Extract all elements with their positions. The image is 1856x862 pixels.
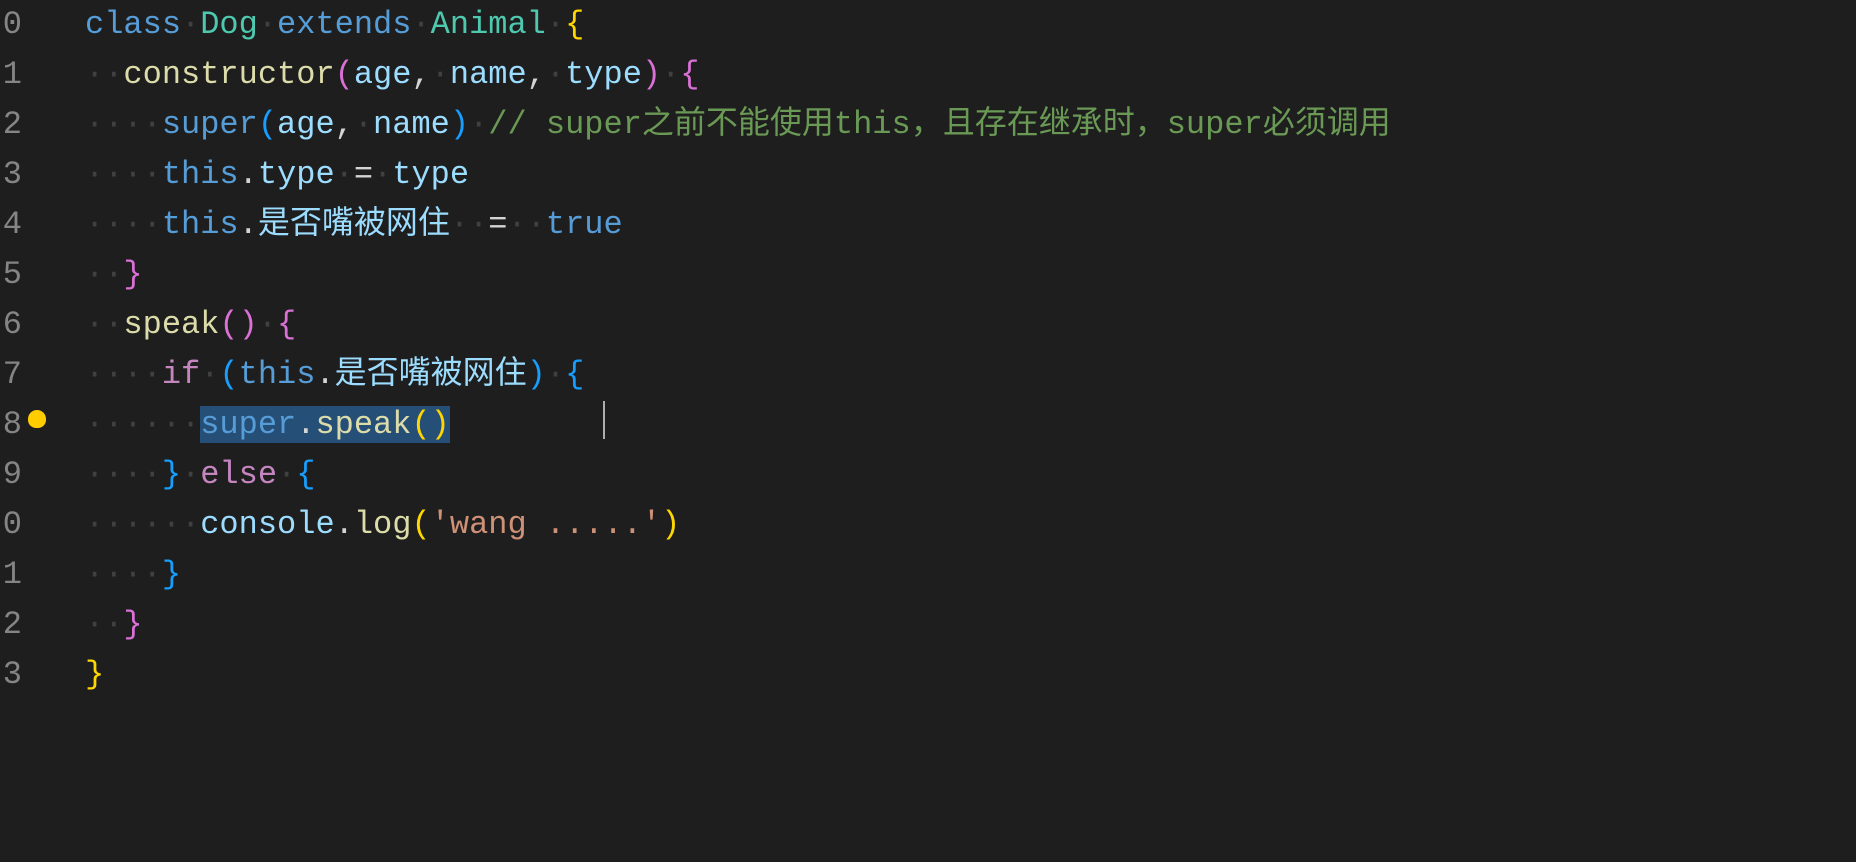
code-line[interactable]: ····super(age,·name)·// super之前不能使用this，…	[85, 100, 1391, 150]
keyword-extends: extends	[277, 6, 411, 43]
line-number: 2	[0, 100, 22, 150]
brace-open: {	[565, 6, 584, 43]
brace-close: }	[162, 456, 181, 493]
argument: age	[277, 106, 335, 143]
text-cursor	[603, 401, 605, 439]
code-line[interactable]: ····this.是否嘴被网住··=··true	[85, 200, 1391, 250]
code-line[interactable]: ····this.type·=·type	[85, 150, 1391, 200]
code-line[interactable]: class·Dog·extends·Animal·{	[85, 0, 1391, 50]
method-log: log	[354, 506, 412, 543]
line-number: 0	[0, 500, 22, 550]
line-number: 0	[0, 0, 22, 50]
brace-open: {	[277, 306, 296, 343]
class-name: Animal	[431, 6, 546, 43]
code-editor[interactable]: 0 1 2 3 4 5 6 7 8 9 0 1 2 3 class·Dog·ex…	[0, 0, 1856, 700]
line-number: 1	[0, 50, 22, 100]
brace-open: {	[680, 56, 699, 93]
line-number: 5	[0, 250, 22, 300]
code-line[interactable]: ······console.log('wang .....')	[85, 500, 1391, 550]
line-number: 1	[0, 550, 22, 600]
keyword-super: super	[200, 406, 296, 443]
selection: super.speak()	[200, 406, 450, 443]
keyword-this: this	[239, 356, 316, 393]
object-console: console	[200, 506, 334, 543]
code-line[interactable]: ··}	[85, 600, 1391, 650]
brace-close: }	[85, 656, 104, 693]
keyword-else: else	[200, 456, 277, 493]
keyword-if: if	[162, 356, 200, 393]
parameter: name	[450, 56, 527, 93]
line-number: 8	[0, 400, 22, 450]
property: 是否嘴被网住	[258, 206, 450, 243]
code-line[interactable]: ····}	[85, 550, 1391, 600]
function-name: speak	[123, 306, 219, 343]
line-number: 6	[0, 300, 22, 350]
brace-close: }	[162, 556, 181, 593]
argument: name	[373, 106, 450, 143]
brace-close: }	[123, 606, 142, 643]
brace-open: {	[565, 356, 584, 393]
code-line[interactable]: ··speak()·{	[85, 300, 1391, 350]
comment: // super之前不能使用this，且存在继承时，super必须调用	[488, 106, 1390, 143]
operator-assign: =	[488, 206, 507, 243]
property: 是否嘴被网住	[335, 356, 527, 393]
line-number: 3	[0, 150, 22, 200]
code-line[interactable]: ··constructor(age,·name,·type)·{	[85, 50, 1391, 100]
code-line[interactable]: ····}·else·{	[85, 450, 1391, 500]
code-line[interactable]: }	[85, 650, 1391, 700]
lightbulb-icon[interactable]	[28, 410, 46, 428]
keyword-this: this	[162, 156, 239, 193]
identifier: type	[392, 156, 469, 193]
code-line[interactable]: ··}	[85, 250, 1391, 300]
keyword-true: true	[546, 206, 623, 243]
class-name: Dog	[200, 6, 258, 43]
line-number: 2	[0, 600, 22, 650]
line-number: 7	[0, 350, 22, 400]
line-number-gutter: 0 1 2 3 4 5 6 7 8 9 0 1 2 3	[0, 0, 30, 700]
line-number: 4	[0, 200, 22, 250]
property: type	[258, 156, 335, 193]
brace-open: {	[296, 456, 315, 493]
method-call: speak	[315, 406, 411, 443]
parameter: age	[354, 56, 412, 93]
operator-assign: =	[354, 156, 373, 193]
code-line[interactable]: ····if·(this.是否嘴被网住)·{	[85, 350, 1391, 400]
function-name: constructor	[123, 56, 334, 93]
line-number: 9	[0, 450, 22, 500]
code-area[interactable]: class·Dog·extends·Animal·{ ··constructor…	[30, 0, 1391, 700]
keyword-class: class	[85, 6, 181, 43]
keyword-super: super	[162, 106, 258, 143]
line-number: 3	[0, 650, 22, 700]
keyword-this: this	[162, 206, 239, 243]
code-line[interactable]: ······super.speak()	[85, 400, 1391, 450]
string-literal: 'wang .....'	[431, 506, 661, 543]
brace-close: }	[123, 256, 142, 293]
parameter: type	[565, 56, 642, 93]
